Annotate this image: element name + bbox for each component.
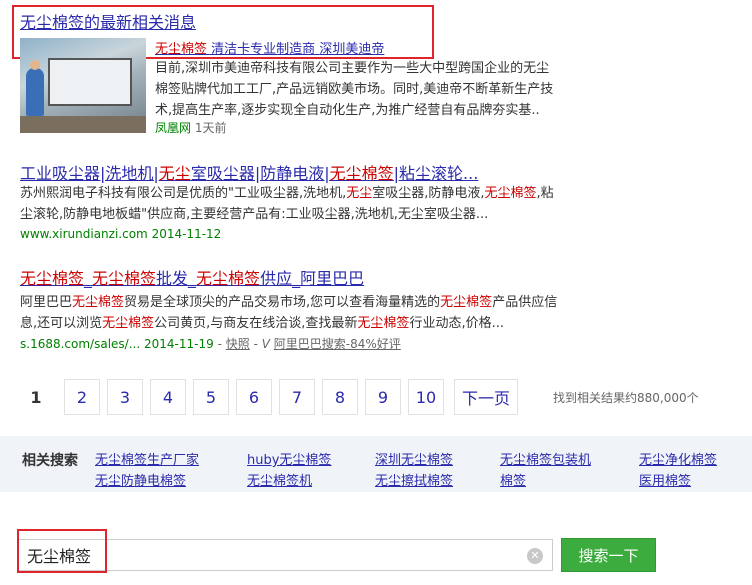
- floor-shape: [20, 116, 146, 133]
- page-1-current: 1: [30, 387, 42, 407]
- related-link[interactable]: 深圳无尘棉签: [375, 449, 453, 468]
- news-thumbnail[interactable]: [20, 38, 146, 133]
- snippet-line: 术,提高生产率,逐步实现全自动化生产,为推广经营自有品牌夯实基..: [155, 103, 540, 118]
- result-snippet: 阿里巴巴无尘棉签贸易是全球顶尖的产品交易市场,您可以查看海量精选的无尘棉签产品供…: [20, 292, 560, 334]
- snippet-line: 棉签贴牌代加工工厂,产品远销欧美市场。同时,美迪帝不断革新生产技: [155, 82, 554, 97]
- related-searches-label: 相关搜索: [22, 453, 78, 469]
- pagination: 1 2 3 4 5 6 7 8 9 10 下一页: [18, 379, 538, 415]
- verified-v-icon: V: [261, 337, 270, 351]
- worker-shape: [26, 68, 44, 116]
- page-8-button[interactable]: 8: [322, 379, 358, 415]
- news-snippet: 目前,深圳市美迪帝科技有限公司主要作为一些大中型跨国企业的无尘 棉签贴牌代加工工…: [155, 58, 555, 121]
- snippet-line: 息,还可以浏览无尘棉签公司黄页,与商友在线洽谈,查找最新无尘棉签行业动态,价格.…: [20, 316, 504, 331]
- result-url: s.1688.com/sales/...: [20, 337, 141, 351]
- result-date: 2014-11-19: [143, 337, 214, 351]
- result-url-line: s.1688.com/sales/... 2014-11-19 - 快照 - V…: [20, 337, 401, 351]
- result-count: 找到相关结果约880,000个: [553, 391, 699, 405]
- related-link[interactable]: huby无尘棉签: [247, 449, 331, 468]
- page-9-button[interactable]: 9: [365, 379, 401, 415]
- result-title-link[interactable]: 无尘棉签_无尘棉签批发_无尘棉签供应_阿里巴巴: [20, 265, 364, 289]
- snippet-line: 目前,深圳市美迪帝科技有限公司主要作为一些大中型跨国企业的无尘: [155, 61, 550, 76]
- page-2-button[interactable]: 2: [64, 379, 100, 415]
- page-10-button[interactable]: 10: [408, 379, 444, 415]
- related-link[interactable]: 无尘净化棉签: [639, 449, 717, 468]
- result-title-link[interactable]: 工业吸尘器|洗地机|无尘室吸尘器|防静电液|无尘棉签|粘尘滚轮...: [20, 160, 478, 184]
- sub-link-keyword[interactable]: 无尘棉签: [155, 42, 207, 57]
- related-link[interactable]: 棉签: [500, 470, 526, 489]
- worker-head-shape: [30, 60, 40, 70]
- snapshot-link[interactable]: 快照: [226, 337, 250, 351]
- result-date: 2014-11-12: [151, 227, 222, 241]
- search-input-highlight-box: [17, 529, 107, 573]
- page-4-button[interactable]: 4: [150, 379, 186, 415]
- related-searches-panel: 相关搜索 无尘棉签生产厂家 huby无尘棉签 深圳无尘棉签 无尘棉签包装机 无尘…: [0, 436, 752, 492]
- sub-link-part[interactable]: 清洁卡专业制造商: [211, 42, 315, 57]
- related-link[interactable]: 无尘棉签生产厂家: [95, 449, 199, 468]
- related-link[interactable]: 无尘棉签包装机: [500, 449, 591, 468]
- related-link[interactable]: 医用棉签: [639, 470, 691, 489]
- news-source-line: 凤凰网 1天前: [155, 119, 226, 136]
- news-time: 1天前: [194, 121, 227, 135]
- result-url: www.xirundianzi.com: [20, 227, 148, 241]
- page-6-button[interactable]: 6: [236, 379, 272, 415]
- related-link[interactable]: 无尘棉签机: [247, 470, 312, 489]
- search-button[interactable]: 搜索一下: [561, 538, 656, 572]
- rating-link[interactable]: 阿里巴巴搜索-84%好评: [274, 337, 401, 351]
- news-source[interactable]: 凤凰网: [155, 121, 191, 135]
- page-3-button[interactable]: 3: [107, 379, 143, 415]
- snippet-line: 尘滚轮,防静电地板蜡"供应商,主要经营产品有:工业吸尘器,洗地机,无尘室吸尘器.…: [20, 207, 489, 222]
- page-7-button[interactable]: 7: [279, 379, 315, 415]
- related-link[interactable]: 无尘擦拭棉签: [375, 470, 453, 489]
- page-5-button[interactable]: 5: [193, 379, 229, 415]
- next-page-button[interactable]: 下一页: [454, 379, 518, 415]
- news-sub-link[interactable]: 无尘棉签 清洁卡专业制造商 深圳美迪帝: [155, 38, 384, 57]
- snippet-line: 苏州熙润电子科技有限公司是优质的"工业吸尘器,洗地机,无尘室吸尘器,防静电液,无…: [20, 186, 554, 201]
- machine-shape: [48, 58, 132, 106]
- sub-link-part[interactable]: 深圳美迪帝: [319, 42, 384, 57]
- clear-icon[interactable]: ✕: [527, 548, 543, 564]
- result-url-line: www.xirundianzi.com 2014-11-12: [20, 227, 221, 241]
- snippet-line: 阿里巴巴无尘棉签贸易是全球顶尖的产品交易市场,您可以查看海量精选的无尘棉签产品供…: [20, 295, 558, 310]
- related-link[interactable]: 无尘防静电棉签: [95, 470, 186, 489]
- result-snippet: 苏州熙润电子科技有限公司是优质的"工业吸尘器,洗地机,无尘室吸尘器,防静电液,无…: [20, 183, 560, 225]
